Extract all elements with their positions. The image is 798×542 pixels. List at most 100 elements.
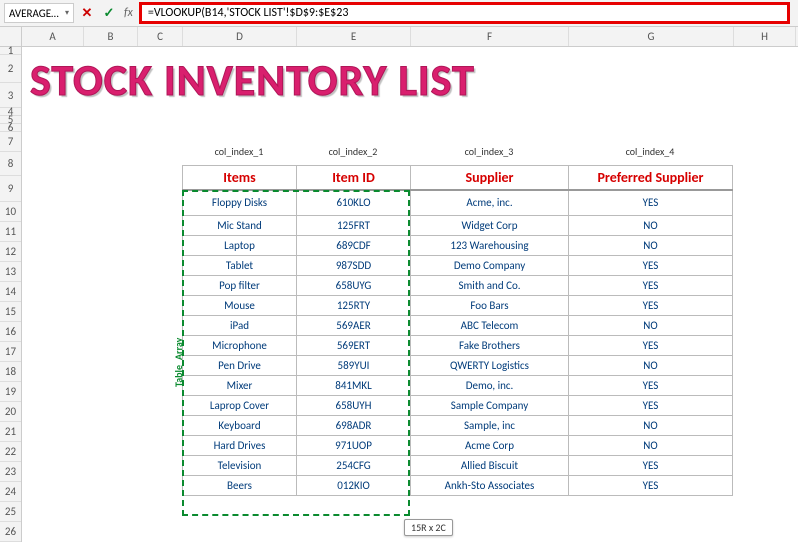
th-items[interactable]: Items bbox=[183, 166, 297, 190]
name-box[interactable]: AVERAGE… ▾ bbox=[4, 3, 74, 23]
col-header[interactable]: F bbox=[411, 27, 569, 46]
cell[interactable]: YES bbox=[569, 336, 733, 356]
cell[interactable]: Mixer bbox=[183, 376, 297, 396]
cell[interactable]: YES bbox=[569, 376, 733, 396]
table-row[interactable]: Mic Stand125FRTWidget CorpNO bbox=[183, 216, 733, 236]
cell[interactable]: YES bbox=[569, 276, 733, 296]
cell[interactable]: 610KLO bbox=[297, 190, 411, 216]
cell[interactable]: NO bbox=[569, 216, 733, 236]
cell[interactable]: Demo Company bbox=[411, 256, 569, 276]
table-row[interactable]: Pop filter658UYGSmith and Co.YES bbox=[183, 276, 733, 296]
cell[interactable]: Hard Drives bbox=[183, 436, 297, 456]
row-header[interactable]: 7 bbox=[0, 132, 21, 152]
cell[interactable]: 254CFG bbox=[297, 456, 411, 476]
row-header[interactable]: 11 bbox=[0, 222, 21, 242]
table-row[interactable]: Pen Drive589YUIQWERTY LogisticsNO bbox=[183, 356, 733, 376]
cell[interactable]: Pop filter bbox=[183, 276, 297, 296]
cell[interactable]: Smith and Co. bbox=[411, 276, 569, 296]
table-row[interactable]: Television254CFGAllied BiscuitYES bbox=[183, 456, 733, 476]
cell[interactable]: 971UOP bbox=[297, 436, 411, 456]
col-header[interactable]: C bbox=[138, 27, 183, 46]
cell[interactable]: 125FRT bbox=[297, 216, 411, 236]
col-header[interactable]: B bbox=[84, 27, 138, 46]
worksheet-area[interactable]: STOCK INVENTORY LIST col_index_1 col_ind… bbox=[22, 47, 796, 542]
row-header[interactable]: 20 bbox=[0, 402, 21, 422]
row-header[interactable]: 14 bbox=[0, 282, 21, 302]
row-header[interactable]: 19 bbox=[0, 382, 21, 402]
cell[interactable]: 689CDF bbox=[297, 236, 411, 256]
row-header[interactable]: 24 bbox=[0, 482, 21, 502]
row-header[interactable]: 8 bbox=[0, 152, 21, 176]
row-header[interactable]: 25 bbox=[0, 502, 21, 522]
table-row[interactable]: Laprop Cover658UYHSample CompanyYES bbox=[183, 396, 733, 416]
row-header[interactable]: 2 bbox=[0, 55, 21, 83]
cell[interactable]: ABC Telecom bbox=[411, 316, 569, 336]
col-header[interactable]: H bbox=[734, 27, 796, 46]
col-header[interactable]: G bbox=[569, 27, 734, 46]
col-header[interactable]: A bbox=[22, 27, 84, 46]
cell[interactable]: NO bbox=[569, 316, 733, 336]
cell[interactable]: Laptop bbox=[183, 236, 297, 256]
cell[interactable]: YES bbox=[569, 456, 733, 476]
cell[interactable]: 012KIO bbox=[297, 476, 411, 496]
table-row[interactable]: Mixer841MKLDemo, inc.YES bbox=[183, 376, 733, 396]
cell[interactable]: 658UYH bbox=[297, 396, 411, 416]
cell[interactable]: Television bbox=[183, 456, 297, 476]
cell[interactable]: Tablet bbox=[183, 256, 297, 276]
cell[interactable]: NO bbox=[569, 356, 733, 376]
th-preferred[interactable]: Preferred Supplier bbox=[569, 166, 733, 190]
cell[interactable]: NO bbox=[569, 416, 733, 436]
table-row[interactable]: Keyboard698ADRSample, incNO bbox=[183, 416, 733, 436]
cell[interactable]: 698ADR bbox=[297, 416, 411, 436]
row-header[interactable]: 1 bbox=[0, 47, 21, 55]
cell[interactable]: NO bbox=[569, 436, 733, 456]
cell[interactable]: Ankh-Sto Associates bbox=[411, 476, 569, 496]
cell[interactable]: 569AER bbox=[297, 316, 411, 336]
cell[interactable]: NO bbox=[569, 236, 733, 256]
fx-icon[interactable]: fx bbox=[124, 6, 133, 20]
row-header[interactable]: 13 bbox=[0, 262, 21, 282]
row-header[interactable]: 22 bbox=[0, 442, 21, 462]
cell[interactable]: YES bbox=[569, 476, 733, 496]
cell[interactable]: Beers bbox=[183, 476, 297, 496]
cell[interactable]: Foo Bars bbox=[411, 296, 569, 316]
cell[interactable]: Keyboard bbox=[183, 416, 297, 436]
row-header[interactable]: 17 bbox=[0, 342, 21, 362]
cell[interactable]: Mic Stand bbox=[183, 216, 297, 236]
cell[interactable]: Fake Brothers bbox=[411, 336, 569, 356]
cell[interactable]: Acme, inc. bbox=[411, 190, 569, 216]
cell[interactable]: 589YUI bbox=[297, 356, 411, 376]
cell[interactable]: Microphone bbox=[183, 336, 297, 356]
cell[interactable]: Pen Drive bbox=[183, 356, 297, 376]
row-header[interactable]: 12 bbox=[0, 242, 21, 262]
row-header[interactable]: 23 bbox=[0, 462, 21, 482]
table-row[interactable]: Mouse125RTYFoo BarsYES bbox=[183, 296, 733, 316]
col-header[interactable]: D bbox=[183, 27, 297, 46]
cell[interactable]: Acme Corp bbox=[411, 436, 569, 456]
th-supplier[interactable]: Supplier bbox=[411, 166, 569, 190]
table-row[interactable]: Microphone569ERTFake BrothersYES bbox=[183, 336, 733, 356]
row-header[interactable]: 26 bbox=[0, 522, 21, 542]
cell[interactable]: 841MKL bbox=[297, 376, 411, 396]
cell[interactable]: 987SDD bbox=[297, 256, 411, 276]
cell[interactable]: YES bbox=[569, 190, 733, 216]
cell[interactable]: Widget Corp bbox=[411, 216, 569, 236]
cell[interactable]: 125RTY bbox=[297, 296, 411, 316]
cell[interactable]: QWERTY Logistics bbox=[411, 356, 569, 376]
cell[interactable]: Mouse bbox=[183, 296, 297, 316]
cell[interactable]: Floppy Disks bbox=[183, 190, 297, 216]
table-row[interactable]: Laptop689CDF123 WarehousingNO bbox=[183, 236, 733, 256]
table-row[interactable]: Floppy Disks610KLOAcme, inc.YES bbox=[183, 190, 733, 216]
accept-formula-icon[interactable]: ✓ bbox=[100, 4, 118, 22]
cancel-formula-icon[interactable]: ✕ bbox=[78, 4, 96, 22]
row-header[interactable]: 6 bbox=[0, 124, 21, 132]
formula-input[interactable] bbox=[146, 5, 783, 21]
chevron-down-icon[interactable]: ▾ bbox=[65, 8, 69, 18]
cell[interactable]: Sample, inc bbox=[411, 416, 569, 436]
cell[interactable]: 658UYG bbox=[297, 276, 411, 296]
table-row[interactable]: Beers012KIOAnkh-Sto AssociatesYES bbox=[183, 476, 733, 496]
table-row[interactable]: iPad569AERABC TelecomNO bbox=[183, 316, 733, 336]
cell[interactable]: YES bbox=[569, 296, 733, 316]
row-header[interactable]: 21 bbox=[0, 422, 21, 442]
col-header[interactable]: E bbox=[297, 27, 411, 46]
